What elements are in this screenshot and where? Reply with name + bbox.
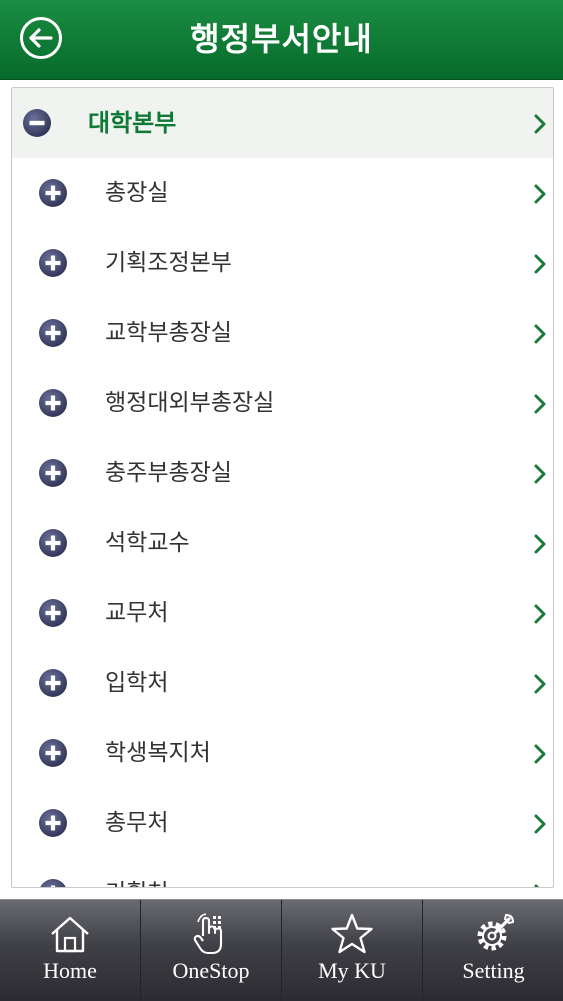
list-item[interactable]: 충주부총장실	[12, 438, 553, 508]
list-item[interactable]: 행정대외부총장실	[12, 368, 553, 438]
plus-circle-icon	[39, 599, 67, 627]
minus-circle-icon	[23, 109, 51, 137]
list-item-label: 기획조정본부	[105, 250, 232, 276]
chevron-right-icon	[534, 324, 546, 344]
tab-home-label: Home	[43, 958, 97, 983]
chevron-right-icon	[534, 814, 546, 834]
touch-icon	[193, 913, 223, 955]
plus-circle-icon	[39, 739, 67, 767]
chevron-right-icon	[534, 394, 546, 414]
list-item-label: 석학교수	[105, 530, 190, 556]
list-item[interactable]: 교학부총장실	[12, 298, 553, 368]
plus-circle-icon	[39, 809, 67, 837]
tab-onestop[interactable]: OneStop	[141, 900, 282, 1001]
list-item[interactable]: 학생복지처	[12, 718, 553, 788]
list-item[interactable]: 석학교수	[12, 508, 553, 578]
chevron-right-icon	[534, 884, 540, 887]
plus-circle-icon	[40, 879, 66, 887]
star-icon	[331, 913, 373, 954]
list-item[interactable]: 기획조정본부	[12, 228, 553, 298]
section-label: 대학본부	[88, 109, 177, 137]
list-item-label: 총장실	[105, 180, 169, 206]
chevron-right-icon	[534, 744, 546, 764]
department-list: 대학본부 총장실기획조정본부교학부총장실행정대외부총장실충주부총장실석학교수교무…	[11, 87, 554, 888]
plus-circle-icon	[39, 179, 67, 207]
home-icon	[51, 916, 89, 953]
tab-setting-label: Setting	[462, 958, 525, 983]
list-item-label: 충주부총장실	[105, 460, 232, 486]
header-bar: 행정부서안내	[0, 0, 563, 80]
list-item-label: 행정대외부총장실	[105, 390, 275, 416]
plus-circle-icon	[39, 669, 67, 697]
chevron-right-icon	[534, 534, 546, 554]
chevron-right-icon	[534, 674, 546, 694]
chevron-right-icon	[534, 254, 546, 274]
plus-circle-icon	[39, 389, 67, 417]
list-item[interactable]: 총무처	[12, 788, 553, 858]
tab-onestop-label: OneStop	[172, 958, 250, 983]
tab-setting[interactable]: Setting	[423, 900, 563, 1001]
list-item[interactable]: 기획처	[12, 858, 553, 887]
tab-my-ku[interactable]: My KU	[282, 900, 423, 1001]
tab-home[interactable]: Home	[0, 900, 141, 1001]
list-item-label: 교무처	[105, 600, 169, 626]
chevron-right-icon	[534, 184, 546, 204]
plus-circle-icon	[39, 249, 67, 277]
list-item[interactable]: 총장실	[12, 158, 553, 228]
list-item-label: 학생복지처	[105, 740, 211, 766]
bottom-tab-bar: Home OneStop My KU Setting	[0, 899, 563, 1001]
section-header[interactable]: 대학본부	[12, 88, 553, 158]
chevron-right-icon	[534, 114, 546, 134]
list-item-label: 입학처	[105, 670, 169, 696]
page-title: 행정부서안내	[190, 20, 373, 58]
tab-my-ku-label: My KU	[318, 958, 386, 983]
chevron-right-icon	[534, 464, 546, 484]
chevron-right-icon	[534, 604, 546, 624]
list-item[interactable]: 입학처	[12, 648, 553, 718]
list-item-label: 교학부총장실	[105, 320, 232, 346]
list-item-label: 기획처	[105, 858, 168, 887]
plus-circle-icon	[39, 319, 67, 347]
plus-circle-icon	[39, 459, 67, 487]
settings-icon	[477, 913, 514, 951]
list-item-label: 총무처	[105, 810, 169, 836]
plus-circle-icon	[39, 529, 67, 557]
list-item[interactable]: 교무처	[12, 578, 553, 648]
